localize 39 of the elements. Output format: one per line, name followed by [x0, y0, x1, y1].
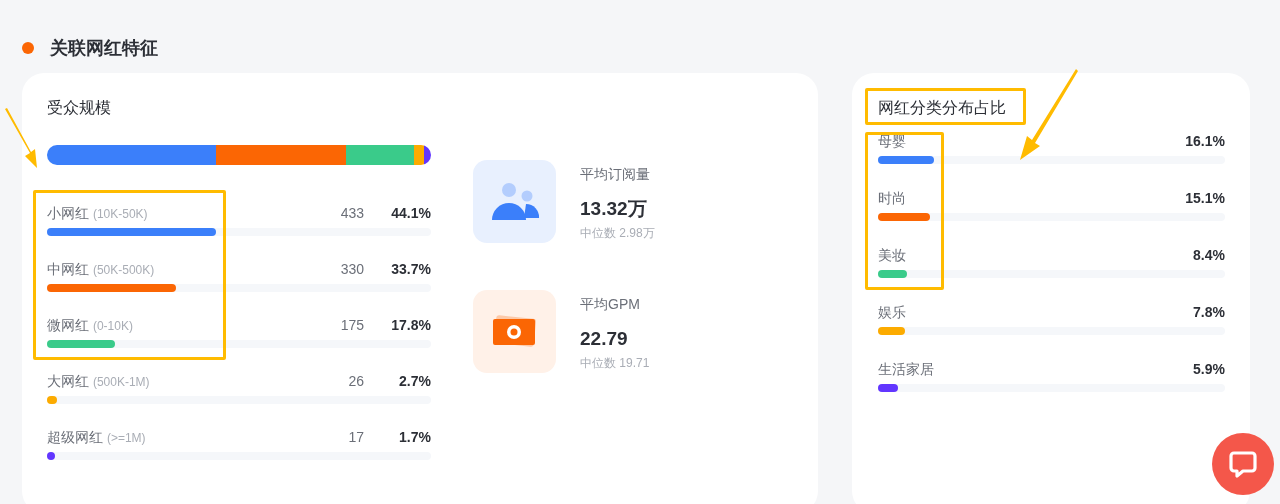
- category-label: 时尚: [878, 189, 906, 208]
- tier-label: 大网红 (500K-1M): [47, 372, 151, 391]
- tier-count: 26: [347, 372, 364, 391]
- stat-median: 中位数 2.98万: [580, 224, 655, 242]
- tier-percent: 44.1%: [390, 204, 431, 223]
- tier-count: 330: [339, 260, 364, 279]
- tier-label: 超级网红 (>=1M): [47, 428, 147, 447]
- chat-icon: [1228, 449, 1258, 479]
- tier-count: 175: [339, 316, 364, 335]
- tier-label: 中网红 (50K-500K): [47, 260, 156, 279]
- tier-percent: 17.8%: [390, 316, 431, 335]
- category-percent: 7.8%: [1193, 303, 1225, 322]
- category-label: 生活家居: [878, 360, 934, 379]
- category-percent: 16.1%: [1185, 132, 1225, 151]
- stat-value: 13.32万: [580, 197, 648, 221]
- tier-label: 微网红 (0-10K): [47, 316, 134, 335]
- card-title: 受众规模: [47, 98, 111, 118]
- pointer-arrow: [4, 108, 40, 170]
- category-label: 母婴: [878, 132, 906, 151]
- stat-value: 22.79: [580, 327, 629, 351]
- tier-count: 17: [347, 428, 364, 447]
- section-title: 关联网红特征: [50, 36, 158, 60]
- card-title: 网红分类分布占比: [878, 98, 1006, 118]
- category-percent: 8.4%: [1193, 246, 1225, 265]
- money-icon: [491, 314, 538, 349]
- stat-label: 平均订阅量: [580, 165, 651, 184]
- category-percent: 15.1%: [1185, 189, 1225, 208]
- bullet-dot: [22, 42, 34, 54]
- tier-percent: 1.7%: [398, 428, 431, 447]
- people-icon: [489, 181, 540, 222]
- tier-count: 433: [339, 204, 364, 223]
- tier-percent: 2.7%: [398, 372, 431, 391]
- category-label: 娱乐: [878, 303, 906, 322]
- category-label: 美妆: [878, 246, 906, 265]
- category-percent: 5.9%: [1193, 360, 1225, 379]
- tier-label: 小网红 (10K-50K): [47, 204, 149, 223]
- stat-label: 平均GPM: [580, 295, 641, 314]
- stat-median: 中位数 19.71: [580, 354, 650, 372]
- tier-percent: 33.7%: [390, 260, 431, 279]
